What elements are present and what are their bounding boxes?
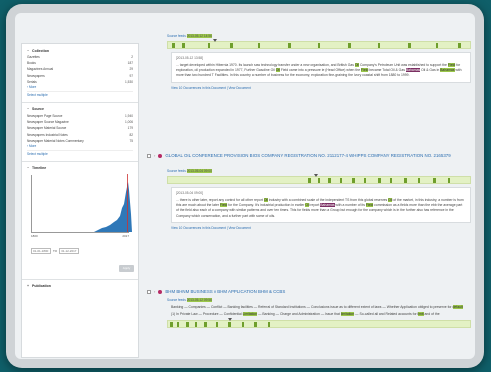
- facet-count: 179: [127, 126, 133, 131]
- publication-facet-title: Publication: [32, 284, 51, 289]
- result-date: 2013-05-04 09:00: [186, 169, 212, 173]
- facet-label: Newspaper Page Source: [27, 114, 63, 119]
- timeline-facet-header[interactable]: − Timeline: [27, 165, 133, 172]
- result-source-link[interactable]: Source feeds: [167, 34, 186, 38]
- collapse-icon[interactable]: −: [27, 49, 29, 53]
- collapse-icon[interactable]: −: [27, 107, 29, 111]
- chevron-right-icon[interactable]: ›: [154, 289, 155, 294]
- facet-label: Newspapers: [27, 73, 45, 78]
- result-title-row: › GLOBAL OIL CONFERENCE PROVISION BIOS C…: [147, 153, 471, 165]
- view-occurrences-link[interactable]: View 10 Occurrences in this Document | V…: [171, 86, 471, 90]
- more-link-label: More: [28, 143, 37, 148]
- checkbox-icon[interactable]: [147, 290, 151, 294]
- date-range: TO: [31, 247, 129, 254]
- facet-label: Gazettes: [27, 55, 40, 60]
- snippet-page-label: [2013-05-04 09:00]: [176, 191, 203, 195]
- timeline-histogram[interactable]: [31, 173, 132, 233]
- facet-count: 97: [129, 73, 133, 78]
- hit-density-bar[interactable]: [167, 174, 471, 184]
- position-marker-icon: [228, 318, 232, 322]
- position-marker-icon: [213, 39, 217, 42]
- app-screen: − Collection Gazettes 2 Books 187 Magazine…: [15, 13, 475, 359]
- facet-sidebar: − Collection Gazettes 2 Books 187 Magazine…: [21, 43, 139, 358]
- result-item: › BHM BHNM BUSINESS v BHM APPLICATION BH…: [147, 289, 471, 329]
- hit-density-bar[interactable]: [167, 318, 471, 329]
- publication-facet: + Publication: [22, 280, 138, 294]
- hit-density-bar[interactable]: [167, 39, 471, 49]
- unread-dot-icon: [158, 154, 163, 158]
- snippet-box: [2013-05-12 13:58] ... target developed …: [171, 52, 471, 83]
- facet-count: 187: [127, 61, 133, 66]
- result-abstract: (1) In Private Law — Procedure — Confide…: [171, 312, 440, 317]
- result-title-link[interactable]: GLOBAL OIL CONFERENCE PROVISION BIOS COM…: [165, 153, 450, 158]
- date-to-input[interactable]: [59, 247, 80, 254]
- facet-label: Newspaper Material Notes Commentary: [27, 138, 84, 143]
- results-list: Source feeds 2013-05-12 14:56 [2013-05-1…: [147, 33, 471, 359]
- source-facet: − Source Newspaper Page Source 1,940 News…: [22, 103, 138, 162]
- collapse-icon[interactable]: −: [27, 166, 29, 170]
- result-date: 2013-05-12 09:56: [186, 298, 212, 302]
- checkbox-icon[interactable]: [147, 154, 151, 158]
- to-label: TO: [53, 248, 58, 253]
- facet-count: 2: [131, 55, 133, 60]
- expand-icon[interactable]: +: [27, 284, 29, 288]
- timeline-facet: − Timeline 1800 2017 TO: [22, 162, 138, 280]
- facet-label: Serials: [27, 79, 37, 84]
- facet-count: 82: [129, 132, 133, 137]
- result-abstract: Banking — Companies — Conflict — Banking…: [171, 305, 463, 309]
- apply-date-button[interactable]: Apply: [119, 264, 134, 272]
- select-multiple-link[interactable]: Select multiple: [27, 149, 133, 157]
- histogram-graphic: [32, 173, 132, 232]
- snippet-box: [2013-05-04 09:00] ... there is other la…: [171, 187, 471, 223]
- collection-facet-header[interactable]: − Collection: [27, 47, 133, 54]
- device-frame: − Collection Gazettes 2 Books 187 Magazine…: [6, 4, 484, 368]
- facet-label: Newspaper Material Source: [27, 126, 67, 131]
- result-source-link[interactable]: Source feeds: [167, 169, 186, 173]
- facet-label: Newspaper Source Magazine: [27, 120, 69, 125]
- more-link-label: More: [28, 84, 37, 89]
- facet-count: 1,006: [125, 120, 133, 125]
- facet-count: 1,530: [125, 79, 133, 84]
- axis-start-label: 1800: [31, 233, 38, 238]
- chevron-right-icon[interactable]: ›: [154, 153, 155, 158]
- timeline-axis: 1800 2017: [31, 234, 129, 238]
- timeline-facet-title: Timeline: [32, 166, 47, 171]
- result-title-link[interactable]: BHM BHNM BUSINESS v BHM APPLICATION BHM …: [165, 289, 285, 294]
- facet-count: 29: [129, 67, 133, 72]
- result-title-row: › BHM BHNM BUSINESS v BHM APPLICATION BH…: [147, 289, 471, 297]
- snippet-text: ... there is other later, report any con…: [176, 198, 464, 218]
- axis-end-label: 2017: [122, 233, 129, 238]
- source-facet-title: Source: [32, 107, 44, 112]
- result-meta: Source feeds 2013-05-04 09:00: [167, 169, 471, 174]
- view-occurrences-link[interactable]: View 10 Occurrences in this Document | V…: [171, 226, 471, 230]
- unread-dot-icon: [158, 290, 163, 294]
- snippet-text: ... target developed within Hibernia 197…: [176, 63, 462, 78]
- facet-label: Magazines Annual: [27, 67, 54, 72]
- result-date: 2013-05-12 14:56: [186, 34, 212, 38]
- result-source-link[interactable]: Source feeds: [167, 298, 186, 302]
- snippet-page-label: [2013-05-12 13:58]: [176, 56, 203, 60]
- facet-label: Newspapers Industrial Notes: [27, 132, 68, 137]
- result-meta: Source feeds 2013-05-12 09:56: [167, 298, 471, 303]
- date-from-input[interactable]: [31, 247, 51, 254]
- source-facet-header[interactable]: − Source: [27, 106, 133, 113]
- collection-facet: − Collection Gazettes 2 Books 187 Magazine…: [22, 44, 138, 103]
- facet-count: 75: [129, 138, 133, 143]
- position-marker-icon: [314, 174, 318, 177]
- publication-facet-header[interactable]: + Publication: [27, 283, 133, 290]
- result-item: › GLOBAL OIL CONFERENCE PROVISION BIOS C…: [147, 153, 471, 230]
- select-multiple-link[interactable]: Select multiple: [27, 90, 133, 98]
- facet-count: 1,940: [125, 114, 133, 119]
- result-item: Source feeds 2013-05-12 14:56 [2013-05-1…: [147, 33, 471, 90]
- collection-facet-title: Collection: [32, 48, 49, 53]
- facet-label: Books: [27, 61, 36, 66]
